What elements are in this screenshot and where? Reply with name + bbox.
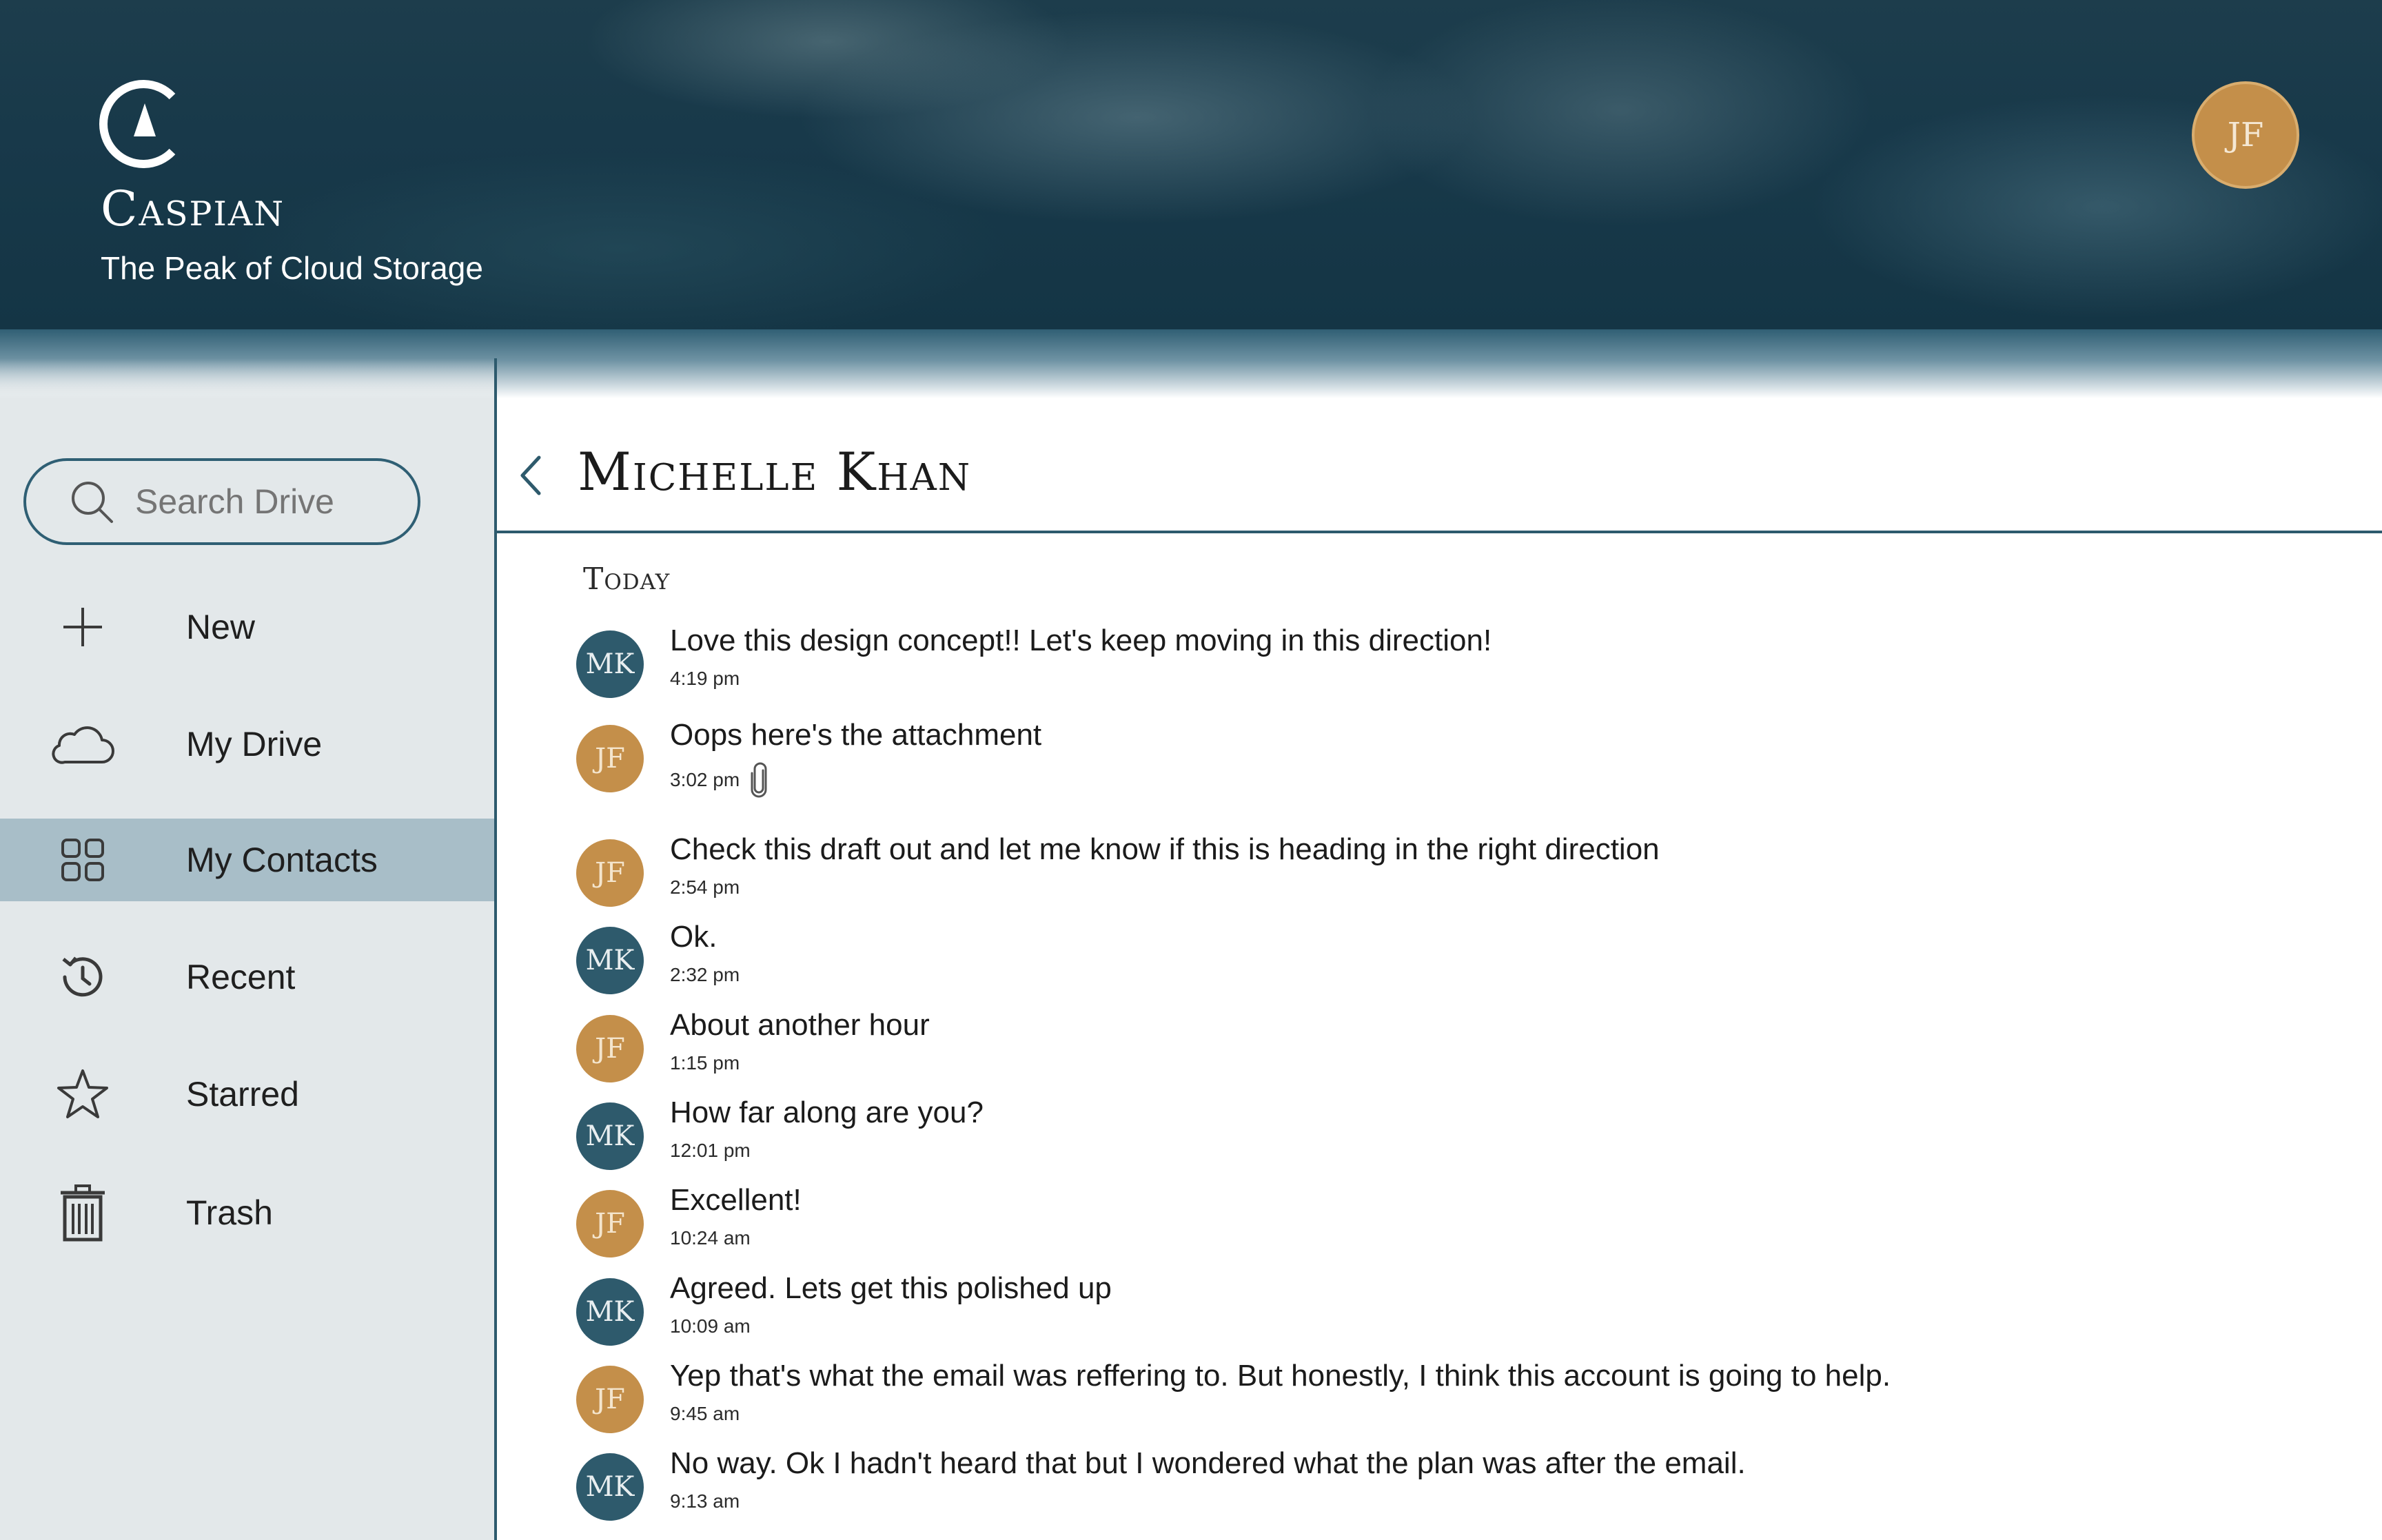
message-time: 10:24 am bbox=[670, 1227, 751, 1249]
avatar[interactable]: JF bbox=[576, 1366, 644, 1433]
sidebar-item-trash[interactable]: Trash bbox=[0, 1171, 494, 1254]
message-timestamp: 1:15 pm bbox=[670, 1052, 740, 1074]
sidebar-item-new[interactable]: New bbox=[0, 586, 494, 668]
sidebar-divider bbox=[494, 358, 497, 1540]
avatar[interactable]: MK bbox=[576, 927, 644, 994]
message-text: How far along are you? bbox=[670, 1096, 984, 1129]
cloud-icon bbox=[48, 710, 117, 779]
avatar[interactable]: JF bbox=[576, 839, 644, 907]
sidebar-item-label: Starred bbox=[186, 1075, 299, 1113]
message-time: 9:45 am bbox=[670, 1403, 740, 1425]
message-timestamp: 2:32 pm bbox=[670, 964, 740, 985]
message-text: Excellent! bbox=[670, 1183, 802, 1217]
sidebar-item-my-contacts[interactable]: My Contacts bbox=[0, 819, 494, 901]
sidebar-fade bbox=[0, 358, 494, 400]
message-text: No way. Ok I hadn't heard that but I won… bbox=[670, 1446, 1746, 1480]
message-time: 12:01 pm bbox=[670, 1140, 751, 1162]
message-text: Check this draft out and let me know if … bbox=[670, 832, 1660, 866]
avatar[interactable]: MK bbox=[576, 1453, 644, 1521]
message-time: 2:54 pm bbox=[670, 876, 740, 899]
search-icon bbox=[72, 482, 113, 523]
header-banner: Caspian The Peak of Cloud Storage JF bbox=[0, 0, 2382, 329]
history-icon bbox=[48, 943, 117, 1012]
message-timestamp: 9:45 am bbox=[670, 1403, 740, 1424]
paperclip-icon[interactable] bbox=[749, 762, 770, 798]
sidebar-item-starred[interactable]: Starred bbox=[0, 1053, 494, 1136]
user-avatar[interactable]: JF bbox=[2192, 81, 2299, 189]
message-text: Yep that's what the email was reffering … bbox=[670, 1359, 1891, 1393]
avatar[interactable]: JF bbox=[576, 1015, 644, 1082]
sidebar-item-label: Recent bbox=[186, 958, 296, 996]
brand-name: Caspian bbox=[101, 181, 285, 237]
brand-tagline: The Peak of Cloud Storage bbox=[101, 250, 483, 286]
trash-icon bbox=[48, 1178, 117, 1247]
message-timestamp: 3:02 pm bbox=[670, 769, 740, 790]
sidebar-item-label: New bbox=[186, 608, 256, 646]
message-text: Ok. bbox=[670, 920, 717, 954]
message-timestamp: 10:09 am bbox=[670, 1315, 751, 1337]
back-button[interactable] bbox=[510, 448, 551, 503]
grid-icon bbox=[48, 825, 117, 894]
search-box[interactable] bbox=[23, 458, 420, 545]
message-time: 2:32 pm bbox=[670, 964, 740, 986]
avatar[interactable]: MK bbox=[576, 630, 644, 698]
chevron-left-icon bbox=[520, 455, 541, 495]
message-text: Oops here's the attachment bbox=[670, 718, 1042, 752]
plus-icon bbox=[48, 593, 117, 661]
avatar[interactable]: MK bbox=[576, 1102, 644, 1170]
message-time: 3:02 pm bbox=[670, 762, 770, 798]
day-label: Today bbox=[583, 562, 671, 597]
message-time: 9:13 am bbox=[670, 1490, 740, 1512]
avatar[interactable]: MK bbox=[576, 1278, 644, 1346]
message-timestamp: 10:24 am bbox=[670, 1227, 751, 1249]
header-divider bbox=[497, 531, 2382, 533]
sidebar-item-recent[interactable]: Recent bbox=[0, 936, 494, 1018]
search-input[interactable] bbox=[135, 482, 383, 522]
message-time: 10:09 am bbox=[670, 1315, 751, 1337]
contact-name: Michelle Khan bbox=[578, 441, 972, 502]
message-text: Agreed. Lets get this polished up bbox=[670, 1271, 1112, 1305]
message-time: 4:19 pm bbox=[670, 668, 740, 690]
avatar[interactable]: JF bbox=[576, 1190, 644, 1257]
message-timestamp: 4:19 pm bbox=[670, 668, 740, 689]
sidebar-item-my-drive[interactable]: My Drive bbox=[0, 703, 494, 786]
sidebar-item-label: Trash bbox=[186, 1193, 273, 1232]
message-timestamp: 2:54 pm bbox=[670, 876, 740, 898]
caspian-logo-icon bbox=[99, 80, 176, 168]
star-icon bbox=[48, 1060, 117, 1129]
message-text: About another hour bbox=[670, 1008, 930, 1042]
message-timestamp: 9:13 am bbox=[670, 1490, 740, 1512]
message-time: 1:15 pm bbox=[670, 1052, 740, 1074]
sidebar-item-label: My Drive bbox=[186, 725, 323, 763]
message-text: Love this design concept!! Let's keep mo… bbox=[670, 624, 1492, 657]
message-timestamp: 12:01 pm bbox=[670, 1140, 751, 1161]
avatar[interactable]: JF bbox=[576, 725, 644, 792]
sidebar-item-label: My Contacts bbox=[186, 841, 378, 879]
